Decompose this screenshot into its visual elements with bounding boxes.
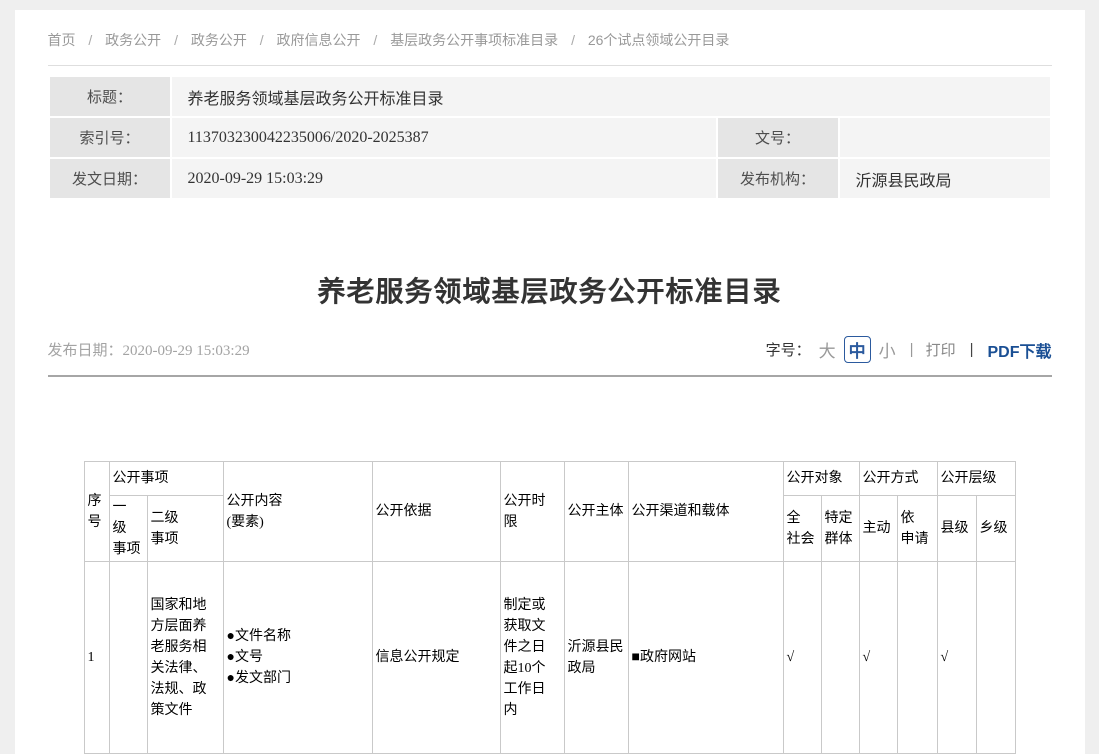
content-panel: 首页 / 政务公开 / 政务公开 / 政府信息公开 / 基层政务公开事项标准目录…: [15, 10, 1085, 754]
font-size-label: 字号：: [766, 339, 811, 360]
col-header-audience-specific: 特定 群体: [821, 496, 859, 562]
cell-channel: ■政府网站: [628, 562, 783, 754]
breadcrumb-item-home[interactable]: 首页: [48, 32, 76, 48]
col-header-audience-group: 公开对象: [783, 462, 859, 496]
breadcrumb-item-pilot-catalog[interactable]: 26个试点领域公开目录: [588, 32, 730, 48]
publish-date-value: 2020-09-29 15:03:29: [123, 343, 250, 359]
col-header-channel: 公开渠道和载体: [628, 462, 783, 562]
font-size-medium-button[interactable]: 中: [844, 336, 871, 363]
doc-issuer-value: 沂源县民政局: [840, 159, 1050, 198]
col-header-basis: 公开依据: [372, 462, 500, 562]
cell-method-active: √: [859, 562, 897, 754]
breadcrumb-separator: /: [571, 32, 575, 48]
breadcrumb-separator: /: [260, 32, 264, 48]
col-header-level1: 一 级 事项: [109, 496, 147, 562]
col-header-method-request: 依 申请: [897, 496, 937, 562]
cell-level2: 国家和地 方层面养 老服务相 关法律、 法规、政 策文件: [147, 562, 223, 754]
doc-info-row-date: 发文日期： 2020-09-29 15:03:29 发布机构： 沂源县民政局: [50, 159, 1050, 198]
cell-level-township: [976, 562, 1015, 754]
font-size-small-button[interactable]: 小: [879, 337, 896, 362]
article-divider: [48, 375, 1052, 377]
col-header-level-township: 乡级: [976, 496, 1015, 562]
breadcrumb-item-zwgk-2[interactable]: 政务公开: [191, 32, 247, 48]
cell-time-limit: 制定或 获取文 件之日 起10个 工作日 内: [500, 562, 564, 754]
cell-subject: 沂源县民 政局: [564, 562, 628, 754]
breadcrumb-item-gov-info[interactable]: 政府信息公开: [277, 32, 361, 48]
doc-info-row-title: 标题： 养老服务领域基层政务公开标准目录: [50, 77, 1050, 116]
catalog-header-row-1: 序 号 公开事项 公开内容 (要素) 公开依据 公开时 限 公开主体 公开渠道和…: [84, 462, 1015, 496]
doc-issue-date-label: 发文日期：: [50, 159, 170, 198]
cell-level-county: √: [937, 562, 976, 754]
cell-basis: 信息公开规定: [372, 562, 500, 754]
breadcrumb-item-zwgk-1[interactable]: 政务公开: [105, 32, 161, 48]
publish-date-label: 发布日期：: [48, 342, 123, 359]
print-button[interactable]: 打印: [926, 339, 956, 360]
doc-index-value: 113703230042235006/2020-2025387: [172, 118, 716, 157]
toolbar-separator: |: [970, 341, 974, 358]
doc-issue-date-value: 2020-09-29 15:03:29: [172, 159, 716, 198]
doc-title-label: 标题：: [50, 77, 170, 116]
breadcrumb-item-standard-catalog[interactable]: 基层政务公开事项标准目录: [390, 32, 558, 48]
publish-date: 发布日期：2020-09-29 15:03:29: [48, 339, 250, 360]
col-header-level2: 二级 事项: [147, 496, 223, 562]
breadcrumb-separator: /: [88, 32, 92, 48]
doc-info-table: 标题： 养老服务领域基层政务公开标准目录 索引号： 11370323004223…: [48, 75, 1052, 200]
col-header-audience-public: 全 社会: [783, 496, 821, 562]
col-header-level-county: 县级: [937, 496, 976, 562]
font-size-large-button[interactable]: 大: [819, 337, 836, 362]
article-meta-bar: 发布日期：2020-09-29 15:03:29 字号： 大 中 小 | 打印 …: [48, 336, 1052, 363]
col-header-seq: 序 号: [84, 462, 109, 562]
cell-content: ●文件名称 ●文号 ●发文部门: [223, 562, 372, 754]
cell-method-request: [897, 562, 937, 754]
col-header-subject: 公开主体: [564, 462, 628, 562]
table-row: 1 国家和地 方层面养 老服务相 关法律、 法规、政 策文件 ●文件名称 ●文号…: [84, 562, 1015, 754]
catalog-table: 序 号 公开事项 公开内容 (要素) 公开依据 公开时 限 公开主体 公开渠道和…: [84, 461, 1016, 754]
col-header-content: 公开内容 (要素): [223, 462, 372, 562]
pdf-download-button[interactable]: PDF下载: [987, 338, 1051, 362]
breadcrumb-separator: /: [174, 32, 178, 48]
page-title: 养老服务领域基层政务公开标准目录: [48, 270, 1052, 310]
breadcrumb: 首页 / 政务公开 / 政务公开 / 政府信息公开 / 基层政务公开事项标准目录…: [48, 10, 1052, 50]
toolbar-separator: |: [910, 341, 914, 358]
doc-number-label: 文号：: [718, 118, 838, 157]
article-toolbar: 字号： 大 中 小 | 打印 | PDF下载: [766, 336, 1052, 363]
cell-audience-public: √: [783, 562, 821, 754]
col-header-method-active: 主动: [859, 496, 897, 562]
doc-info-row-index: 索引号： 113703230042235006/2020-2025387 文号：: [50, 118, 1050, 157]
breadcrumb-separator: /: [373, 32, 377, 48]
cell-level1: [109, 562, 147, 754]
col-header-time-limit: 公开时 限: [500, 462, 564, 562]
cell-seq: 1: [84, 562, 109, 754]
doc-number-value: [840, 118, 1050, 157]
col-header-items-group: 公开事项: [109, 462, 223, 496]
cell-audience-specific: [821, 562, 859, 754]
doc-title-value: 养老服务领域基层政务公开标准目录: [172, 77, 1050, 116]
col-header-method-group: 公开方式: [859, 462, 937, 496]
col-header-level-group: 公开层级: [937, 462, 1015, 496]
breadcrumb-divider: [48, 65, 1052, 66]
doc-issuer-label: 发布机构：: [718, 159, 838, 198]
doc-index-label: 索引号：: [50, 118, 170, 157]
